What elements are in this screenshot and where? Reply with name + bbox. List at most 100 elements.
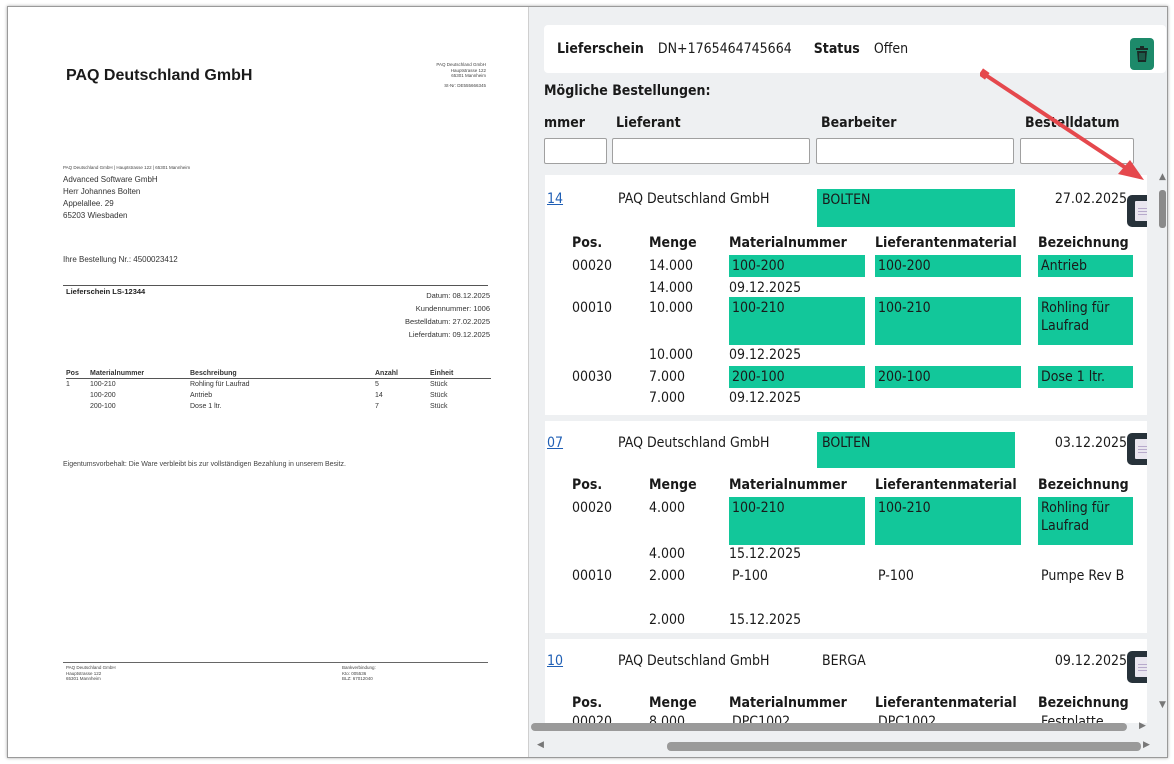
order-card: 10 PAQ Deutschland GmbH BERGA 09.12.2025… <box>545 639 1147 723</box>
doc-footer-line: BLZ: 67012040 <box>342 676 373 681</box>
column-header-supplier[interactable]: Lieferant <box>616 111 681 135</box>
position-header-description: Bezeichnung <box>1038 477 1129 493</box>
doc-recipient: Advanced Software GmbH Herr Johannes Bol… <box>63 174 158 222</box>
position-supplier-material: 100-210 <box>875 497 1021 545</box>
doc-retention-note: Eigentumsvorbehalt: Die Ware verbleibt b… <box>63 461 346 468</box>
doc-order-reference: Ihre Bestellung Nr.: 4500023412 <box>63 255 178 264</box>
order-number-link[interactable]: 10 <box>547 653 563 669</box>
position-header-supplier-material: Lieferantenmaterial <box>875 235 1017 251</box>
filter-supplier-input[interactable] <box>612 138 810 164</box>
position-material: 200-100 <box>729 366 865 388</box>
position-delivery-date: 09.12.2025 <box>729 390 802 406</box>
doc-cell: Dose 1 ltr. <box>190 403 222 410</box>
position-number: 00020 <box>572 258 613 274</box>
position-header-qty: Menge <box>649 477 697 493</box>
column-header-number[interactable]: mmer <box>544 111 585 135</box>
position-header-material: Materialnummer <box>729 235 847 251</box>
doc-col-unit: Einheit <box>430 369 491 379</box>
position-quantity: 14.000 <box>649 258 694 274</box>
doc-col-description: Beschreibung <box>190 369 375 379</box>
vertical-scroll-thumb[interactable] <box>1159 190 1166 228</box>
position-supplier-material: 200-100 <box>875 366 1021 388</box>
doc-cell: 100-210 <box>90 381 116 388</box>
status-label: Status <box>813 41 860 57</box>
doc-recipient-line: Advanced Software GmbH <box>63 175 158 184</box>
position-supplier-material: 100-200 <box>875 255 1021 277</box>
position-delivery-date: 09.12.2025 <box>729 280 802 296</box>
position-header-pos: Pos. <box>572 477 603 493</box>
position-material: 100-210 <box>729 297 865 345</box>
doc-meta-order-date: Bestelldatum: 27.02.2025 <box>404 317 490 326</box>
filter-number-input[interactable] <box>544 138 607 164</box>
filter-order-date-input[interactable] <box>1020 138 1134 164</box>
position-delivery-date: 09.12.2025 <box>729 347 802 363</box>
position-description: Rohling für Laufrad <box>1038 297 1133 345</box>
inner-scroll-right-arrow[interactable]: ▶ <box>1139 721 1146 731</box>
position-header-supplier-material: Lieferantenmaterial <box>875 477 1017 493</box>
doc-recipient-line: Herr Johannes Bolten <box>63 187 141 196</box>
doc-cell: Antrieb <box>190 392 213 399</box>
position-number: 00010 <box>572 300 613 316</box>
position-quantity: 4.000 <box>649 500 686 516</box>
delete-button[interactable] <box>1130 38 1154 70</box>
inner-horizontal-scroll-thumb[interactable] <box>531 723 1127 731</box>
order-number-link[interactable]: 07 <box>547 435 563 451</box>
status-value: Offen <box>873 41 909 57</box>
position-header-pos: Pos. <box>572 695 603 711</box>
order-number-link[interactable]: 14 <box>547 191 563 207</box>
doc-divider <box>63 285 488 286</box>
order-supplier: PAQ Deutschland GmbH <box>618 191 770 207</box>
position-material: P-100 <box>732 568 768 584</box>
position-quantity: 7.000 <box>649 369 686 385</box>
doc-cell: Rohling für Laufrad <box>190 381 250 388</box>
doc-address-line: 65301 Mannheim <box>451 73 486 78</box>
scroll-left-arrow[interactable]: ◀ <box>537 740 544 750</box>
doc-items-row: 1 100-210 Rohling für Laufrad 5 Stück <box>66 379 491 391</box>
doc-company-name: PAQ Deutschland GmbH <box>66 67 253 84</box>
horizontal-scroll-thumb[interactable] <box>667 742 1141 751</box>
position-description: Pumpe Rev B <box>1041 568 1125 584</box>
horizontal-scrollbar[interactable]: ◀ ▶ <box>531 738 1161 754</box>
doc-footer-bank: Bankverbindung: Kto: 005536 BLZ: 6701204… <box>342 665 376 682</box>
filter-editor-input[interactable] <box>816 138 1014 164</box>
document-icon <box>1135 439 1147 459</box>
doc-footer-line: Bankverbindung: <box>342 665 376 670</box>
doc-cell <box>66 390 90 401</box>
column-header-order-date[interactable]: Bestelldatum <box>1025 111 1119 135</box>
scroll-up-arrow[interactable]: ▲ <box>1159 172 1166 182</box>
doc-sender-line: PAQ Deutschland GmbH | Hauptstrasse 122 … <box>63 165 191 170</box>
order-editor: BERGA <box>822 653 866 669</box>
doc-items-header-row: Pos Materialnummer Beschreibung Anzahl E… <box>66 369 491 379</box>
scroll-right-arrow[interactable]: ▶ <box>1143 740 1150 750</box>
doc-col-pos: Pos <box>66 369 90 379</box>
doc-cell <box>66 401 90 412</box>
position-header-qty: Menge <box>649 695 697 711</box>
document-icon <box>1135 201 1147 221</box>
vertical-scrollbar[interactable]: ▲ ▼ <box>1158 170 1168 715</box>
order-date: 03.12.2025 <box>1054 435 1127 451</box>
position-header-qty: Menge <box>649 235 697 251</box>
assign-order-button[interactable] <box>1127 195 1147 227</box>
assign-order-button[interactable] <box>1127 433 1147 465</box>
doc-address-block: PAQ Deutschland GmbH Hauptstrasse 122 65… <box>436 62 486 88</box>
position-quantity: 10.000 <box>649 300 694 316</box>
position-header-material: Materialnummer <box>729 477 847 493</box>
doc-cell: 200-100 <box>90 403 116 410</box>
order-date: 09.12.2025 <box>1054 653 1127 669</box>
doc-col-quantity: Anzahl <box>375 369 430 379</box>
column-header-editor[interactable]: Bearbeiter <box>821 111 897 135</box>
doc-delivery-title: Lieferschein LS-12344 <box>66 287 146 296</box>
order-card: 07 PAQ Deutschland GmbH BOLTEN 03.12.202… <box>545 421 1147 633</box>
trash-icon <box>1136 46 1148 62</box>
position-number: 00010 <box>572 568 613 584</box>
inner-horizontal-scrollbar[interactable]: ▶ <box>531 720 1156 734</box>
possible-orders-title: Mögliche Bestellungen: <box>544 83 711 99</box>
assign-order-button[interactable] <box>1127 651 1147 683</box>
scroll-down-arrow[interactable]: ▼ <box>1159 700 1166 710</box>
position-header-supplier-material: Lieferantenmaterial <box>875 695 1017 711</box>
delivery-note-header: Lieferschein DN+1765464745664 Status Off… <box>544 25 1166 73</box>
position-description: Dose 1 ltr. <box>1038 366 1133 388</box>
doc-cell: Stück <box>430 392 448 399</box>
position-material: 100-200 <box>729 255 865 277</box>
doc-meta-customer: Kundennummer: 1006 <box>415 304 490 313</box>
